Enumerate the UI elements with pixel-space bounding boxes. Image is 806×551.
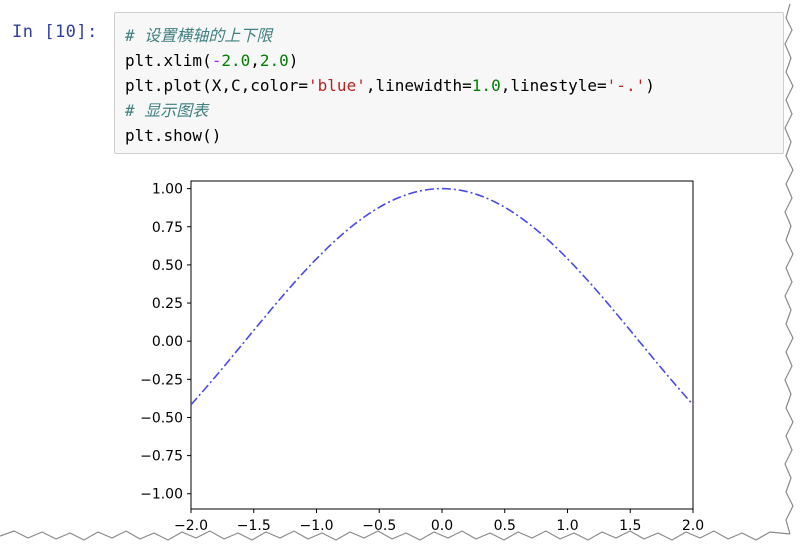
y-tick-label: 0.75 (152, 220, 183, 236)
code-token: 2.0 (221, 51, 251, 70)
code-input-area[interactable]: # 设置横轴的上下限 plt.xlim(-2.0,2.0) plt.plot(X,C… (114, 12, 784, 154)
code-token: # 显示图表 (125, 101, 209, 120)
x-tick-label: 2.0 (682, 518, 704, 534)
code-token: plt.show() (125, 126, 222, 145)
cos-series-line (190, 187, 694, 406)
y-tick-label: −0.75 (140, 449, 183, 465)
code-token: # 设置横轴的上下限 (125, 26, 273, 45)
x-tick-label: −2.0 (174, 518, 208, 534)
x-tick-label: 0.5 (494, 518, 516, 534)
code-token: ,linewidth= (365, 76, 472, 95)
code-line: # 设置横轴的上下限 (125, 23, 655, 48)
torn-right-edge (784, 3, 794, 535)
code-token: - (211, 51, 222, 70)
y-tick-label: −0.50 (140, 410, 183, 426)
y-tick-label: −0.25 (140, 372, 183, 388)
x-tick-label: 1.0 (556, 518, 578, 534)
cell-prompt: In [10]: (12, 22, 98, 42)
y-tick-label: 1.00 (152, 182, 183, 198)
code-token: 1.0 (471, 76, 501, 95)
code-token: 'blue' (308, 76, 366, 95)
code-token: 2.0 (259, 51, 289, 70)
code-editor[interactable]: # 设置横轴的上下限 plt.xlim(-2.0,2.0) plt.plot(X,C… (125, 23, 655, 148)
code-line: plt.show() (125, 123, 655, 148)
plot-frame (190, 180, 694, 510)
x-tick-label: −1.5 (237, 518, 271, 534)
code-line: plt.xlim(-2.0,2.0) (125, 48, 655, 73)
code-line: plt.plot(X,C,color='blue',linewidth=1.0,… (125, 73, 655, 98)
code-token: ) (288, 51, 299, 70)
x-tick-label: −1.0 (300, 518, 334, 534)
code-token: ,linestyle= (500, 76, 607, 95)
code-token: '-.' (606, 76, 646, 95)
line-chart: 1.000.750.500.250.00−0.25−0.50−0.75−1.00… (140, 180, 704, 534)
code-line: # 显示图表 (125, 98, 655, 123)
y-tick-label: −1.00 (140, 487, 183, 503)
x-tick-label: −0.5 (362, 518, 396, 534)
y-tick-label: 0.00 (152, 334, 183, 350)
code-token: , (250, 51, 260, 70)
code-token: plt.plot(X,C,color= (125, 76, 309, 95)
code-token: ) (645, 76, 655, 95)
y-tick-label: 0.25 (152, 296, 183, 312)
x-tick-label: 0.0 (431, 518, 453, 534)
code-token: plt.xlim( (125, 51, 212, 70)
x-tick-label: 1.5 (619, 518, 641, 534)
plot-output: 1.00 0.75 0.50 0.25 0.00 −0.25 −0.50 −0.75 −1.00… (114, 170, 734, 551)
y-tick-label: 0.50 (152, 258, 183, 274)
